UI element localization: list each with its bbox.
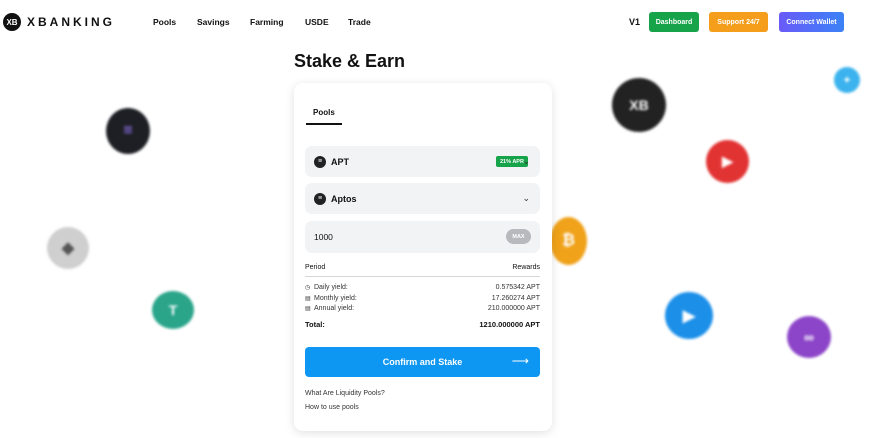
nav-usde[interactable]: USDE: [305, 17, 329, 27]
solana-coin-icon: ≡: [106, 108, 150, 154]
calendar-icon: ▤: [305, 296, 311, 302]
period-header: Period Rewards: [305, 264, 540, 277]
liquidity-pools-info-link[interactable]: What Are Liquidity Pools?: [305, 390, 385, 397]
blue-coin-icon: ▶: [665, 292, 713, 339]
amount-value: 1000: [314, 232, 333, 242]
yield-value: 17.260274 APT: [491, 295, 540, 302]
chevron-down-icon: ⌄: [522, 156, 530, 166]
red-coin-icon: ▶: [706, 140, 749, 183]
dashboard-button[interactable]: Dashboard: [649, 12, 699, 32]
xbanking-logo-icon: XB: [3, 13, 21, 31]
asset-select-value: APT: [331, 156, 349, 167]
brand-name: XBANKING: [27, 15, 116, 29]
max-button[interactable]: MAX: [506, 229, 531, 244]
nav-savings[interactable]: Savings: [197, 17, 230, 27]
brand-logo[interactable]: XB XBANKING: [3, 13, 115, 31]
yield-row-monthly: ▤ Monthly yield: 17.260274 APT: [305, 295, 540, 302]
connect-wallet-button[interactable]: Connect Wallet: [779, 12, 844, 32]
yield-value: 0.575342 APT: [495, 284, 540, 291]
total-value: 1210.000000 APT: [479, 320, 540, 329]
ethereum-coin-icon: ◆: [47, 227, 89, 269]
total-label: Total:: [305, 320, 325, 329]
total-row: Total: 1210.000000 APT: [305, 320, 540, 329]
aptos-coin-icon: ≡: [314, 155, 326, 168]
tron-coin-icon: T: [152, 291, 194, 329]
yield-value: 210.000000 APT: [487, 305, 540, 312]
chevron-down-icon: ⌄: [522, 193, 530, 203]
yield-label: Monthly yield:: [314, 295, 357, 302]
chain-select-value: Aptos: [331, 193, 357, 204]
yield-label: Annual yield:: [314, 305, 355, 312]
clock-icon: ◷: [305, 285, 311, 291]
xbanking-coin-icon: XB: [612, 78, 666, 132]
support-button[interactable]: Support 24/7: [709, 12, 768, 32]
calendar-icon: ▤: [305, 306, 311, 312]
period-label: Period: [305, 264, 326, 271]
rewards-label: Rewards: [512, 264, 540, 271]
nav-pools[interactable]: Pools: [153, 17, 176, 27]
asset-select[interactable]: ≡ APT 21% APR ⌄: [305, 146, 540, 177]
arrow-right-icon: ⟶: [511, 354, 529, 368]
version-switch[interactable]: V1: [629, 17, 640, 27]
tab-pools[interactable]: Pools: [306, 108, 342, 125]
chain-select[interactable]: ≡ Aptos ⌄: [305, 183, 540, 214]
page-title: Stake & Earn: [294, 51, 406, 71]
confirm-stake-button[interactable]: Confirm and Stake ⟶: [305, 347, 540, 377]
top-bar: XB XBANKING Pools Savings Farming USDE T…: [0, 0, 875, 44]
polygon-coin-icon: ∞: [787, 316, 831, 358]
confirm-stake-label: Confirm and Stake: [382, 357, 463, 367]
light-blue-coin-icon: ✦: [834, 67, 860, 93]
yield-label: Daily yield:: [314, 284, 348, 291]
how-to-use-pools-link[interactable]: How to use pools: [305, 404, 359, 411]
nav-farming[interactable]: Farming: [250, 17, 284, 27]
amount-input[interactable]: 1000 MAX: [305, 221, 540, 253]
nav-trade[interactable]: Trade: [348, 17, 371, 27]
bitcoin-coin-icon: ₿: [550, 217, 587, 265]
yield-row-daily: ◷ Daily yield: 0.575342 APT: [305, 284, 540, 291]
yield-row-annual: ▤ Annual yield: 210.000000 APT: [305, 305, 540, 312]
stake-card: Pools ≡ APT 21% APR ⌄ ≡ Aptos ⌄ 1000 MAX…: [294, 83, 552, 431]
aptos-chain-icon: ≡: [314, 192, 326, 205]
